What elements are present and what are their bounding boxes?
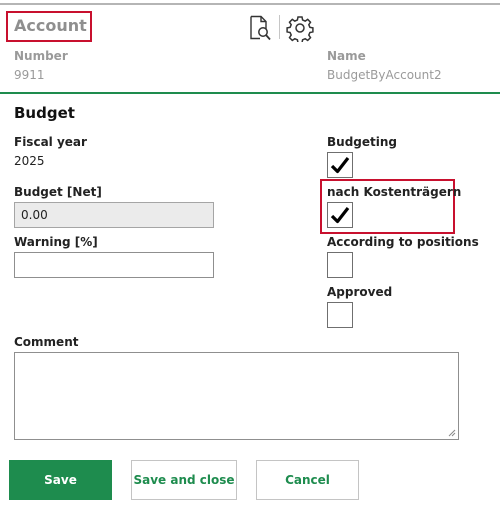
approved-checkbox[interactable]: [327, 302, 353, 328]
top-divider: [0, 3, 500, 5]
number-value: 9911: [14, 68, 45, 82]
gear-icon[interactable]: [286, 14, 314, 44]
kostentraeger-checkbox[interactable]: [327, 202, 353, 228]
section-divider: [0, 92, 500, 94]
name-label: Name: [327, 49, 366, 63]
approved-label: Approved: [327, 285, 393, 299]
according-positions-checkbox[interactable]: [327, 252, 353, 278]
budgeting-checkbox[interactable]: [327, 152, 353, 178]
kostentraeger-label: nach Kostenträgern: [327, 185, 462, 199]
budget-net-field[interactable]: [14, 202, 214, 228]
fiscal-year-label: Fiscal year: [14, 135, 87, 149]
page-title: Account: [14, 16, 87, 35]
comment-textarea[interactable]: [14, 352, 459, 440]
budget-section-title: Budget: [14, 104, 75, 122]
according-positions-label: According to positions: [327, 235, 479, 249]
cancel-button[interactable]: Cancel: [256, 460, 359, 500]
toolbar-divider: [279, 15, 280, 39]
name-value: BudgetByAccount2: [327, 68, 442, 82]
comment-label: Comment: [14, 335, 79, 349]
checkmark-icon: [330, 157, 350, 174]
save-and-close-button[interactable]: Save and close: [131, 460, 237, 500]
checkmark-icon: [330, 207, 350, 224]
number-label: Number: [14, 49, 68, 63]
document-search-icon[interactable]: [248, 15, 272, 41]
budget-net-label: Budget [Net]: [14, 185, 102, 199]
save-button[interactable]: Save: [9, 460, 112, 500]
budgeting-label: Budgeting: [327, 135, 397, 149]
fiscal-year-value: 2025: [14, 154, 45, 168]
warning-field[interactable]: [14, 252, 214, 278]
warning-label: Warning [%]: [14, 235, 98, 249]
resize-grip-icon[interactable]: [448, 429, 456, 437]
